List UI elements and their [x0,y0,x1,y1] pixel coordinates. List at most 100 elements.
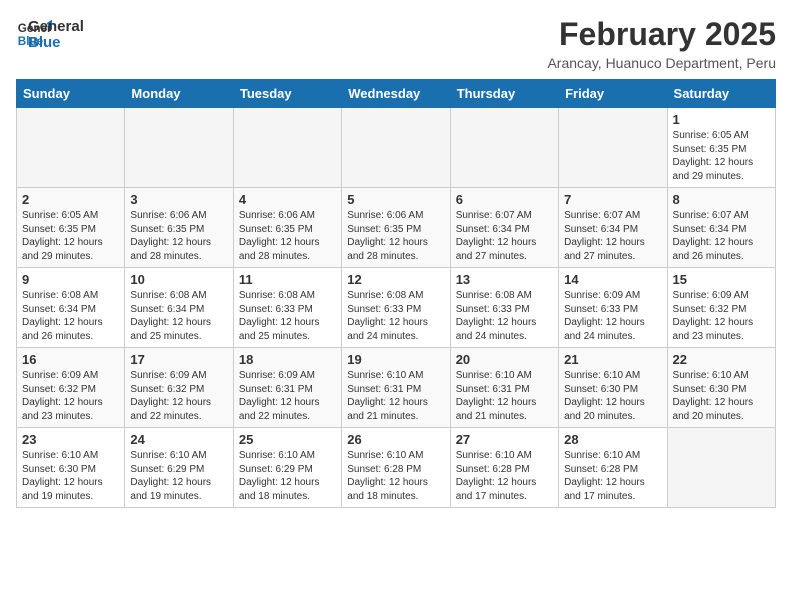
day-number: 22 [673,352,770,367]
calendar-cell [17,108,125,188]
calendar-cell: 8Sunrise: 6:07 AM Sunset: 6:34 PM Daylig… [667,188,775,268]
weekday-header-tuesday: Tuesday [233,80,341,108]
day-number: 3 [130,192,227,207]
logo-line2: Blue [28,35,84,52]
weekday-header-sunday: Sunday [17,80,125,108]
day-info: Sunrise: 6:09 AM Sunset: 6:32 PM Dayligh… [130,369,227,423]
calendar-cell [559,108,667,188]
calendar-cell: 19 Sunrise: 6:10 AM Sunset: 6:31 PM Dayli… [342,348,450,428]
day-number: 15 [673,272,770,287]
day-info: Sunrise: 6:09 AM Sunset: 6:32 PM Dayligh… [22,369,119,423]
week-row-1: 1 Sunrise: 6:05 AM Sunset: 6:35 PM Daylig… [17,108,776,188]
calendar-cell: 14 Sunrise: 6:09 AM Sunset: 6:33 PM Dayli… [559,268,667,348]
day-info: Sunrise: 6:06 AM Sunset: 6:35 PM Dayligh… [239,209,336,263]
calendar-cell: 4 Sunrise: 6:06 AM Sunset: 6:35 PM Daylig… [233,188,341,268]
week-row-2: 2 Sunrise: 6:05 AM Sunset: 6:35 PM Daylig… [17,188,776,268]
location: Arancay, Huanuco Department, Peru [547,55,776,71]
day-info: Sunrise: 6:07 AM Sunset: 6:34 PM Dayligh… [673,209,770,263]
page-header: General Blue General Blue February 2025 … [16,16,776,71]
calendar-cell: 12 Sunrise: 6:08 AM Sunset: 6:33 PM Dayli… [342,268,450,348]
day-number: 11 [239,272,336,287]
calendar-cell [450,108,558,188]
day-number: 16 [22,352,119,367]
weekday-header-row: SundayMondayTuesdayWednesdayThursdayFrid… [17,80,776,108]
day-info: Sunrise: 6:08 AM Sunset: 6:34 PM Dayligh… [22,289,119,343]
calendar-cell: 5 Sunrise: 6:06 AM Sunset: 6:35 PM Daylig… [342,188,450,268]
logo-line1: General [28,19,84,36]
day-number: 27 [456,432,553,447]
day-info: Sunrise: 6:10 AM Sunset: 6:30 PM Dayligh… [22,449,119,503]
day-info: Sunrise: 6:08 AM Sunset: 6:33 PM Dayligh… [347,289,444,343]
day-number: 4 [239,192,336,207]
day-info: Sunrise: 6:06 AM Sunset: 6:35 PM Dayligh… [347,209,444,263]
calendar-cell: 26 Sunrise: 6:10 AM Sunset: 6:28 PM Dayli… [342,428,450,508]
month-title: February 2025 [547,16,776,53]
day-info: Sunrise: 6:08 AM Sunset: 6:33 PM Dayligh… [456,289,553,343]
day-number: 5 [347,192,444,207]
day-info: Sunrise: 6:10 AM Sunset: 6:28 PM Dayligh… [456,449,553,503]
day-info: Sunrise: 6:10 AM Sunset: 6:30 PM Dayligh… [564,369,661,423]
day-number: 20 [456,352,553,367]
day-number: 12 [347,272,444,287]
weekday-header-friday: Friday [559,80,667,108]
day-number: 9 [22,272,119,287]
calendar-cell: 27 Sunrise: 6:10 AM Sunset: 6:28 PM Dayli… [450,428,558,508]
calendar-cell: 18Sunrise: 6:09 AM Sunset: 6:31 PM Dayli… [233,348,341,428]
day-number: 26 [347,432,444,447]
day-info: Sunrise: 6:06 AM Sunset: 6:35 PM Dayligh… [130,209,227,263]
day-info: Sunrise: 6:05 AM Sunset: 6:35 PM Dayligh… [22,209,119,263]
calendar-cell [125,108,233,188]
calendar-cell: 24 Sunrise: 6:10 AM Sunset: 6:29 PM Dayli… [125,428,233,508]
week-row-4: 16 Sunrise: 6:09 AM Sunset: 6:32 PM Dayli… [17,348,776,428]
day-info: Sunrise: 6:10 AM Sunset: 6:30 PM Dayligh… [673,369,770,423]
title-block: February 2025 Arancay, Huanuco Departmen… [547,16,776,71]
day-info: Sunrise: 6:09 AM Sunset: 6:31 PM Dayligh… [239,369,336,423]
day-number: 23 [22,432,119,447]
day-number: 19 [347,352,444,367]
day-info: Sunrise: 6:07 AM Sunset: 6:34 PM Dayligh… [564,209,661,263]
calendar-cell: 23 Sunrise: 6:10 AM Sunset: 6:30 PM Dayli… [17,428,125,508]
calendar-cell [342,108,450,188]
week-row-5: 23 Sunrise: 6:10 AM Sunset: 6:30 PM Dayli… [17,428,776,508]
day-number: 10 [130,272,227,287]
day-number: 13 [456,272,553,287]
day-number: 2 [22,192,119,207]
day-info: Sunrise: 6:07 AM Sunset: 6:34 PM Dayligh… [456,209,553,263]
day-info: Sunrise: 6:10 AM Sunset: 6:29 PM Dayligh… [239,449,336,503]
day-info: Sunrise: 6:05 AM Sunset: 6:35 PM Dayligh… [673,129,770,183]
day-number: 21 [564,352,661,367]
day-number: 6 [456,192,553,207]
day-info: Sunrise: 6:08 AM Sunset: 6:34 PM Dayligh… [130,289,227,343]
calendar-cell: 15 Sunrise: 6:09 AM Sunset: 6:32 PM Dayli… [667,268,775,348]
day-info: Sunrise: 6:10 AM Sunset: 6:29 PM Dayligh… [130,449,227,503]
calendar-cell: 6 Sunrise: 6:07 AM Sunset: 6:34 PM Daylig… [450,188,558,268]
calendar-cell: 13 Sunrise: 6:08 AM Sunset: 6:33 PM Dayli… [450,268,558,348]
day-number: 14 [564,272,661,287]
calendar-cell: 10 Sunrise: 6:08 AM Sunset: 6:34 PM Dayli… [125,268,233,348]
day-info: Sunrise: 6:10 AM Sunset: 6:28 PM Dayligh… [347,449,444,503]
calendar: SundayMondayTuesdayWednesdayThursdayFrid… [16,79,776,508]
day-info: Sunrise: 6:10 AM Sunset: 6:31 PM Dayligh… [456,369,553,423]
day-info: Sunrise: 6:09 AM Sunset: 6:33 PM Dayligh… [564,289,661,343]
weekday-header-saturday: Saturday [667,80,775,108]
calendar-cell [667,428,775,508]
day-info: Sunrise: 6:08 AM Sunset: 6:33 PM Dayligh… [239,289,336,343]
weekday-header-thursday: Thursday [450,80,558,108]
calendar-cell: 28 Sunrise: 6:10 AM Sunset: 6:28 PM Dayli… [559,428,667,508]
day-number: 24 [130,432,227,447]
logo: General Blue General Blue [16,16,84,52]
day-number: 25 [239,432,336,447]
day-info: Sunrise: 6:10 AM Sunset: 6:31 PM Dayligh… [347,369,444,423]
day-info: Sunrise: 6:10 AM Sunset: 6:28 PM Dayligh… [564,449,661,503]
day-info: Sunrise: 6:09 AM Sunset: 6:32 PM Dayligh… [673,289,770,343]
calendar-cell: 9 Sunrise: 6:08 AM Sunset: 6:34 PM Daylig… [17,268,125,348]
day-number: 28 [564,432,661,447]
weekday-header-wednesday: Wednesday [342,80,450,108]
calendar-cell: 1 Sunrise: 6:05 AM Sunset: 6:35 PM Daylig… [667,108,775,188]
week-row-3: 9 Sunrise: 6:08 AM Sunset: 6:34 PM Daylig… [17,268,776,348]
calendar-cell: 2 Sunrise: 6:05 AM Sunset: 6:35 PM Daylig… [17,188,125,268]
calendar-cell: 25 Sunrise: 6:10 AM Sunset: 6:29 PM Dayli… [233,428,341,508]
calendar-cell: 21 Sunrise: 6:10 AM Sunset: 6:30 PM Dayli… [559,348,667,428]
day-number: 1 [673,112,770,127]
day-number: 7 [564,192,661,207]
